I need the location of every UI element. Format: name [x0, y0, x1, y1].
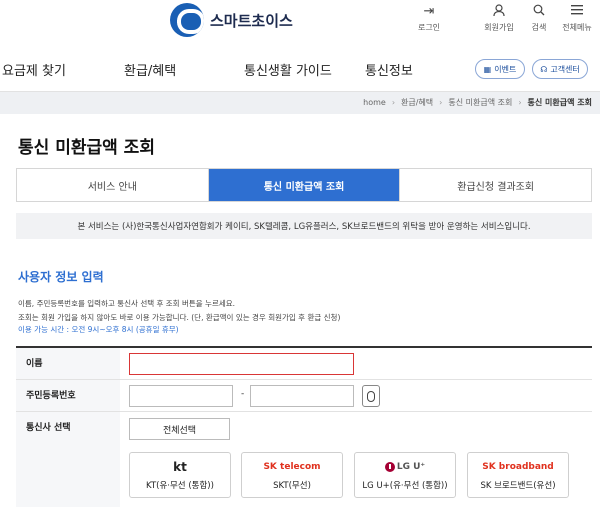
page-title: 통신 미환급액 조회	[18, 138, 155, 158]
breadcrumb-unrefunded[interactable]: 통신 미환급액 조회	[448, 97, 512, 108]
breadcrumb-refund[interactable]: 환급/혜택	[401, 97, 433, 108]
breadcrumb-home[interactable]: home	[363, 98, 386, 107]
user-info-form: 이름 주민등록번호 - 통신사 선택 전체선택 kt KT(유·무선 (통합))…	[16, 346, 592, 507]
login-link[interactable]: ⇥ 로그인	[412, 4, 446, 33]
global-nav: 요금제 찾기 환급/혜택 통신생활 가이드 통신정보 ▦ 이벤트 ☊ 고객센터	[0, 44, 600, 92]
nav-refund-benefit[interactable]: 환급/혜택	[124, 60, 176, 79]
carrier-row: 통신사 선택 전체선택 kt KT(유·무선 (통합)) SK telecom …	[16, 412, 592, 507]
mouse-icon	[367, 390, 375, 402]
nav-telecom-guide[interactable]: 통신생활 가이드	[244, 60, 332, 79]
kt-logo: kt	[173, 459, 187, 475]
tab-refund-result[interactable]: 환급신청 결과조회	[400, 169, 592, 201]
select-all-button[interactable]: 전체선택	[129, 418, 230, 440]
calendar-icon: ▦	[483, 64, 492, 74]
search-link[interactable]: 검색	[522, 4, 556, 33]
nav-telecom-info[interactable]: 통신정보	[365, 60, 413, 79]
site-header: 스마트초이스 ⇥ 로그인 회원가입 검색 전체메뉴	[0, 0, 600, 44]
service-hours: 이용 가능 시간 : 오전 9시~오후 8시 (공휴일 휴무)	[18, 325, 179, 334]
carrier-label: 통신사 선택	[16, 412, 120, 507]
logo-text: 스마트초이스	[210, 11, 293, 30]
carrier-name: SKT(무선)	[273, 481, 311, 491]
instruction-text: 이름, 주민등록번호를 입력하고 통신사 선택 후 조회 버튼을 누르세요.	[18, 299, 236, 308]
headset-icon: ☊	[540, 64, 548, 74]
carrier-name: KT(유·무선 (통합))	[146, 481, 214, 491]
rrn-back-input[interactable]	[250, 385, 354, 407]
site-logo[interactable]: 스마트초이스	[170, 3, 293, 37]
chevron-right-icon: ›	[518, 98, 522, 107]
lg-logo-icon	[384, 462, 395, 472]
signup-link[interactable]: 회원가입	[482, 4, 516, 33]
login-icon: ⇥	[423, 4, 435, 19]
search-label: 검색	[531, 23, 547, 32]
user-icon	[493, 4, 505, 20]
secure-keypad-button[interactable]	[362, 385, 380, 407]
support-label: 고객센터	[550, 64, 580, 74]
lgu-logo-text: LG U⁺	[396, 462, 426, 472]
all-menu-label: 전체메뉴	[562, 23, 592, 32]
tab-bar: 서비스 안내 통신 미환급액 조회 환급신청 결과조회	[16, 168, 592, 202]
all-menu-link[interactable]: 전체메뉴	[560, 4, 594, 33]
rrn-dash: -	[241, 389, 245, 399]
skb-logo-text: SK broadband	[482, 462, 554, 472]
menu-icon	[571, 4, 583, 20]
name-input[interactable]	[129, 353, 354, 375]
chevron-right-icon: ›	[391, 98, 396, 107]
carrier-skb[interactable]: SK broadband SK 브로드밴드(유선)	[467, 452, 569, 498]
rrn-row: 주민등록번호 -	[16, 380, 592, 412]
skt-logo-text: SK telecom	[263, 462, 321, 472]
signup-label: 회원가입	[484, 23, 514, 32]
section-title: 사용자 정보 입력	[18, 270, 104, 284]
support-button[interactable]: ☊ 고객센터	[532, 59, 588, 79]
carrier-name: SK 브로드밴드(유선)	[480, 481, 556, 491]
login-label: 로그인	[417, 23, 441, 32]
instruction-text-2: 조회는 회원 가입을 하지 않아도 바로 이용 가능합니다. (단, 환급액이 …	[18, 313, 341, 322]
logo-mark-icon	[170, 3, 204, 37]
breadcrumb-current: 통신 미환급액 조회	[527, 98, 592, 107]
tab-service-info[interactable]: 서비스 안내	[17, 169, 209, 201]
event-button[interactable]: ▦ 이벤트	[475, 59, 525, 79]
carrier-kt[interactable]: kt KT(유·무선 (통합))	[129, 452, 231, 498]
kt-logo-text: kt	[173, 460, 187, 474]
lgu-logo: LG U⁺	[384, 459, 426, 475]
name-label: 이름	[16, 348, 120, 379]
carrier-name: LG U+(유·무선 (통합))	[362, 481, 448, 491]
search-icon	[533, 4, 545, 20]
breadcrumb: home › 환급/혜택 › 통신 미환급액 조회 › 통신 미환급액 조회	[363, 97, 592, 108]
nav-plan-search[interactable]: 요금제 찾기	[2, 60, 66, 79]
tab-unrefunded-lookup[interactable]: 통신 미환급액 조회	[208, 169, 401, 201]
carrier-skt[interactable]: SK telecom SKT(무선)	[241, 452, 343, 498]
rrn-label: 주민등록번호	[16, 380, 120, 411]
rrn-front-input[interactable]	[129, 385, 233, 407]
event-label: 이벤트	[494, 64, 517, 74]
skt-logo: SK telecom	[263, 459, 320, 475]
skb-logo: SK broadband	[482, 459, 554, 475]
breadcrumb-bar: home › 환급/혜택 › 통신 미환급액 조회 › 통신 미환급액 조회	[0, 92, 600, 114]
carrier-lgu[interactable]: LG U⁺ LG U+(유·무선 (통합))	[354, 452, 456, 498]
name-row: 이름	[16, 348, 592, 380]
service-notice: 본 서비스는 (사)한국통신사업자연합회가 케이티, SK텔레콤, LG유플러스…	[16, 213, 592, 239]
chevron-right-icon: ›	[439, 98, 443, 107]
